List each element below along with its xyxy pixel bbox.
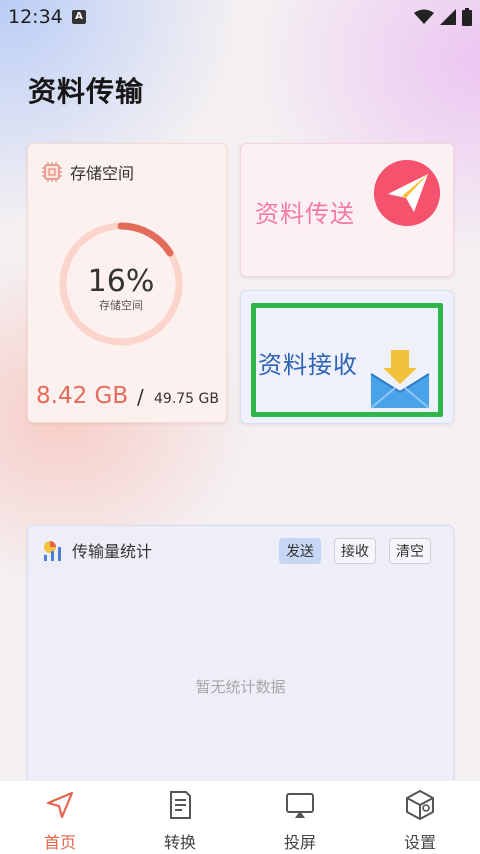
nav-label-home: 首页 (43, 833, 76, 852)
storage-total: 49.75 GB (154, 391, 219, 407)
status-time: 12:34 (8, 6, 63, 28)
settings-box-icon (406, 790, 434, 820)
bar-chart-icon (44, 541, 61, 561)
notification-icon: A (72, 10, 86, 24)
storage-caption: 存储空间 (99, 299, 143, 312)
document-icon (170, 791, 191, 819)
storage-title: 存储空间 (70, 164, 135, 183)
send-icon (46, 791, 74, 819)
clear-button[interactable]: 清空 (389, 538, 431, 564)
cast-icon (286, 793, 314, 818)
stats-empty-text: 暂无统计数据 (195, 678, 286, 696)
page-title: 资料传输 (28, 75, 145, 108)
stats-title: 传输量统计 (72, 542, 153, 561)
receive-card[interactable]: 资料接收 (240, 290, 454, 424)
storage-percent: 16% (87, 264, 155, 299)
status-icons (414, 8, 472, 26)
nav-item-home[interactable]: 首页 (0, 781, 120, 854)
signal-icon (440, 9, 456, 25)
stats-card: 传输量统计 发送 接收 清空 暂无统计数据 (27, 525, 454, 817)
storage-separator: / (137, 385, 144, 409)
status-bar: 12:34 A (0, 0, 480, 34)
storage-card: 存储空间 16% 存储空间 8.42 GB / 49.75 GB (27, 143, 227, 423)
bottom-nav: 首页 转换 投屏 设置 (0, 780, 480, 854)
nav-item-cast[interactable]: 投屏 (240, 781, 360, 854)
paper-plane-icon (374, 160, 440, 226)
receive-label: 资料接收 (258, 351, 358, 379)
nav-label-cast: 投屏 (283, 833, 316, 852)
chip-icon (42, 162, 62, 182)
receive-filter-button[interactable]: 接收 (334, 538, 376, 564)
mail-download-icon (370, 350, 430, 409)
storage-header: 存储空间 (42, 160, 134, 184)
nav-label-convert: 转换 (163, 833, 196, 852)
stats-filter-group: 发送 接收 清空 (279, 538, 431, 564)
send-label: 资料传送 (255, 200, 355, 228)
battery-icon (462, 8, 472, 26)
send-filter-button[interactable]: 发送 (279, 538, 321, 564)
send-card[interactable]: 资料传送 (240, 143, 454, 277)
stats-header: 传输量统计 (42, 538, 152, 562)
nav-item-settings[interactable]: 设置 (360, 781, 480, 854)
nav-item-convert[interactable]: 转换 (120, 781, 240, 854)
wifi-icon (414, 9, 434, 24)
storage-used: 8.42 GB (36, 383, 129, 409)
nav-label-settings: 设置 (403, 833, 436, 852)
